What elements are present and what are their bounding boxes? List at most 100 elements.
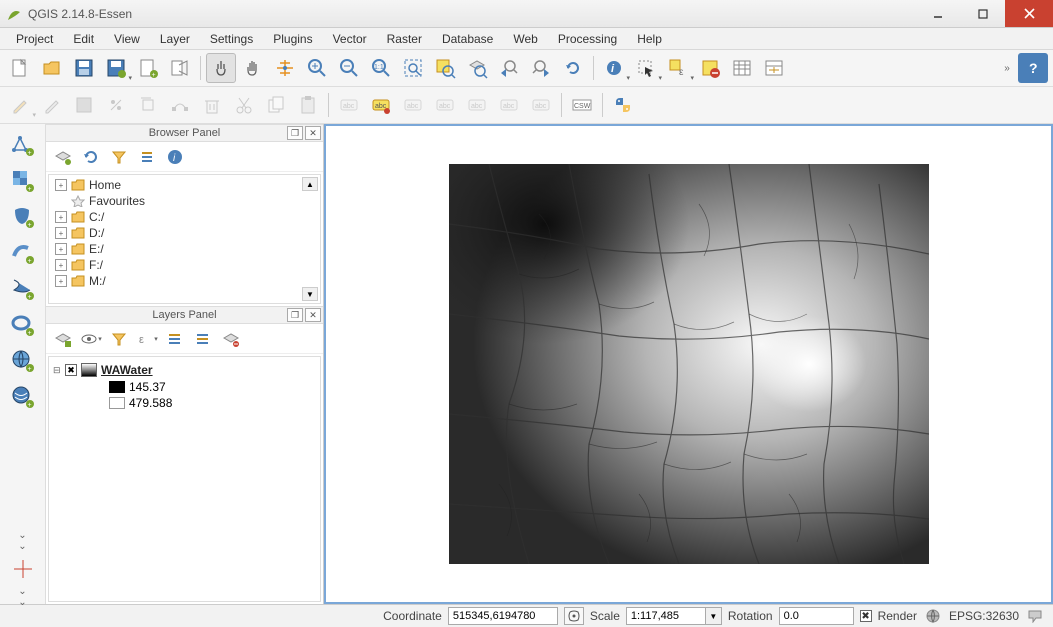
current-edits-button[interactable] (37, 90, 67, 120)
menu-layer[interactable]: Layer (150, 29, 200, 49)
cut-features-button[interactable] (229, 90, 259, 120)
rotation-input[interactable] (779, 607, 854, 625)
deselect-button[interactable] (695, 53, 725, 83)
layers-panel-header[interactable]: Layers Panel ❐ ✕ (46, 306, 323, 324)
node-tool-button[interactable] (165, 90, 195, 120)
save-project-button[interactable] (69, 53, 99, 83)
zoom-full-button[interactable] (398, 53, 428, 83)
menu-project[interactable]: Project (6, 29, 63, 49)
zoom-layer-button[interactable] (462, 53, 492, 83)
help-button[interactable]: ? (1018, 53, 1048, 83)
label-abc-1-button[interactable]: abc (334, 90, 364, 120)
add-wcs-layer-button[interactable]: + (8, 382, 38, 412)
close-button[interactable] (1005, 0, 1053, 27)
minimize-button[interactable] (915, 0, 960, 27)
label-abc-4-button[interactable]: abc (430, 90, 460, 120)
scale-dropdown-button[interactable]: ▼ (706, 607, 722, 625)
zoom-native-button[interactable]: 1:1 (366, 53, 396, 83)
menu-view[interactable]: View (104, 29, 150, 49)
browser-item-favourites[interactable]: Favourites (51, 193, 318, 209)
browser-close-button[interactable]: ✕ (305, 126, 321, 140)
add-mssql-layer-button[interactable]: + (8, 274, 38, 304)
layers-visibility-icon[interactable]: ▾ (80, 328, 102, 350)
zoom-selection-button[interactable] (430, 53, 460, 83)
browser-scroll-down[interactable]: ▼ (302, 287, 318, 301)
side-toolbar-overflow-2[interactable]: ⌄⌄ (13, 590, 33, 604)
menu-plugins[interactable]: Plugins (263, 29, 322, 49)
browser-undock-button[interactable]: ❐ (287, 126, 303, 140)
label-abc-6-button[interactable]: abc (494, 90, 524, 120)
browser-scroll-up[interactable]: ▲ (302, 177, 318, 191)
label-abc-3-button[interactable]: abc (398, 90, 428, 120)
render-checkbox[interactable]: ✖ (860, 610, 872, 622)
menu-processing[interactable]: Processing (548, 29, 627, 49)
layers-collapse-icon[interactable] (192, 328, 214, 350)
save-edits-button[interactable] (69, 90, 99, 120)
browser-item-d[interactable]: +D:/ (51, 225, 318, 241)
paste-features-button[interactable] (293, 90, 323, 120)
menu-vector[interactable]: Vector (323, 29, 377, 49)
zoom-next-button[interactable] (526, 53, 556, 83)
menu-web[interactable]: Web (503, 29, 547, 49)
layers-expression-icon[interactable]: ε▾ (136, 328, 158, 350)
select-expression-button[interactable]: ε▾ (663, 53, 693, 83)
add-raster-layer-button[interactable]: + (8, 166, 38, 196)
filter-browser-icon[interactable] (108, 146, 130, 168)
select-features-button[interactable]: ▾ (631, 53, 661, 83)
toolbar-overflow-1[interactable]: » (997, 61, 1017, 75)
identify-button[interactable]: i▾ (599, 53, 629, 83)
pan-to-selection-button[interactable] (270, 53, 300, 83)
browser-panel-header[interactable]: Browser Panel ❐ ✕ (46, 124, 323, 142)
menu-help[interactable]: Help (627, 29, 672, 49)
composer-manager-button[interactable] (165, 53, 195, 83)
pan-map-button[interactable] (238, 53, 268, 83)
field-calculator-button[interactable] (759, 53, 789, 83)
browser-item-c[interactable]: +C:/ (51, 209, 318, 225)
zoom-last-button[interactable] (494, 53, 524, 83)
browser-item-home[interactable]: +Home (51, 177, 318, 193)
browser-item-m[interactable]: +M:/ (51, 273, 318, 289)
scale-input[interactable] (626, 607, 706, 625)
menu-raster[interactable]: Raster (377, 29, 432, 49)
layers-filter-icon[interactable] (108, 328, 130, 350)
layers-remove-icon[interactable] (220, 328, 242, 350)
browser-item-f[interactable]: +F:/ (51, 257, 318, 273)
refresh-button[interactable] (558, 53, 588, 83)
save-as-button[interactable]: ▾ (101, 53, 131, 83)
toggle-extents-button[interactable] (564, 607, 584, 625)
new-print-composer-button[interactable]: + (133, 53, 163, 83)
label-abc-5-button[interactable]: abc (462, 90, 492, 120)
coordinate-input[interactable] (448, 607, 558, 625)
add-layer-icon[interactable] (52, 146, 74, 168)
open-project-button[interactable] (37, 53, 67, 83)
new-project-button[interactable] (5, 53, 35, 83)
csw-button[interactable]: CSW (567, 90, 597, 120)
side-toolbar-overflow-1[interactable]: ⌄⌄ (13, 534, 33, 548)
browser-tree[interactable]: +Home Favourites +C:/ +D:/ +E:/ +F:/ +M:… (49, 175, 320, 291)
add-spatialite-layer-button[interactable]: + (8, 238, 38, 268)
properties-icon[interactable]: i (164, 146, 186, 168)
layers-close-button[interactable]: ✕ (305, 308, 321, 322)
toggle-editing-button[interactable]: ▾ (5, 90, 35, 120)
add-oracle-layer-button[interactable]: + (8, 310, 38, 340)
layers-undock-button[interactable]: ❐ (287, 308, 303, 322)
messages-button[interactable] (1025, 607, 1045, 625)
map-canvas-area[interactable] (324, 124, 1053, 604)
browser-item-e[interactable]: +E:/ (51, 241, 318, 257)
crs-button[interactable] (923, 607, 943, 625)
label-abc-7-button[interactable]: abc (526, 90, 556, 120)
open-attribute-table-button[interactable] (727, 53, 757, 83)
copy-features-button[interactable] (261, 90, 291, 120)
delete-selected-button[interactable] (197, 90, 227, 120)
layers-style-icon[interactable] (52, 328, 74, 350)
epsg-label[interactable]: EPSG:32630 (949, 609, 1019, 623)
menu-database[interactable]: Database (432, 29, 503, 49)
python-console-button[interactable] (608, 90, 638, 120)
add-feature-button[interactable] (101, 90, 131, 120)
add-wms-layer-button[interactable]: + (8, 346, 38, 376)
touch-pan-button[interactable] (206, 53, 236, 83)
menu-settings[interactable]: Settings (200, 29, 263, 49)
layer-visibility-checkbox[interactable]: ✖ (65, 364, 77, 376)
add-vector-layer-button[interactable]: + (8, 130, 38, 160)
zoom-out-button[interactable] (334, 53, 364, 83)
